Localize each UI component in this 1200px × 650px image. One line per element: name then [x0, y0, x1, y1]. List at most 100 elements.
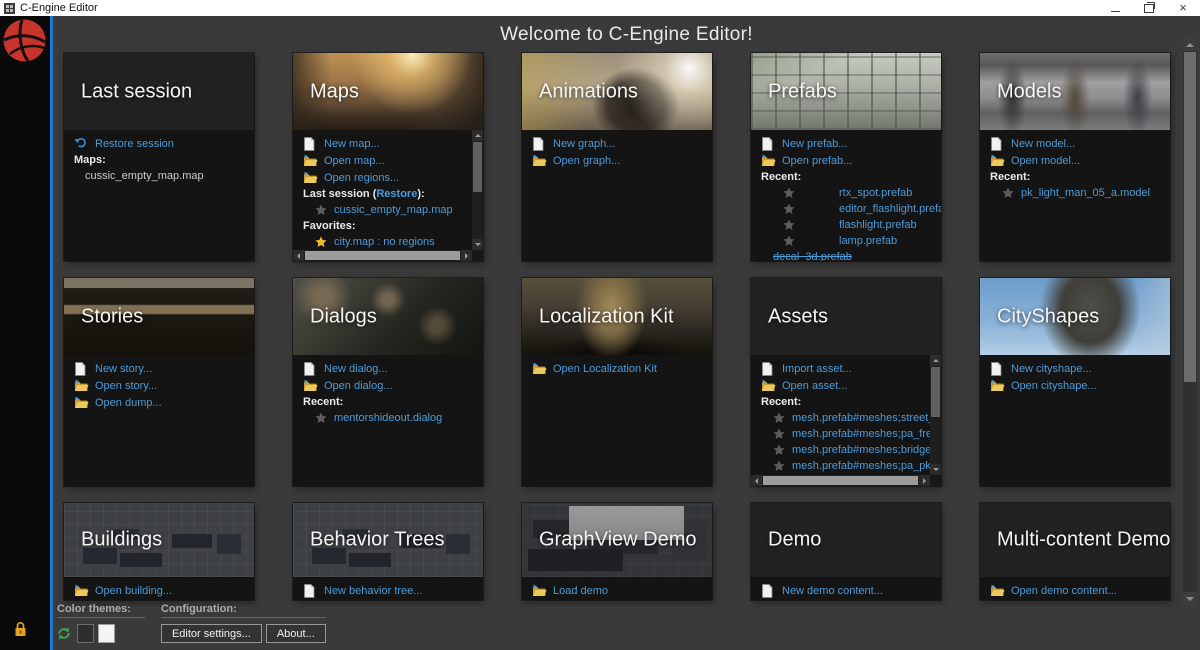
close-button[interactable]: × — [1166, 0, 1200, 16]
action-new-graph[interactable]: New graph... — [532, 137, 708, 151]
editor-settings-button[interactable]: Editor settings... — [160, 624, 262, 643]
scroll-right-arrow-icon[interactable] — [919, 475, 930, 486]
action-import-asset[interactable]: Import asset... — [761, 362, 927, 376]
scroll-left-arrow-icon[interactable] — [751, 475, 762, 486]
action-new-map[interactable]: New map... — [303, 137, 469, 151]
scrollbar-track[interactable] — [1183, 51, 1197, 592]
action-new-story[interactable]: New story... — [74, 362, 250, 376]
file-link[interactable]: mesh.prefab#meshes;pa_pk_wall_wall_part — [792, 460, 941, 472]
scrollbar-thumb[interactable] — [473, 142, 482, 193]
action-restore-session[interactable]: Restore session — [74, 137, 250, 150]
card-assets: Assets Import asset... Open asset... Recent… — [751, 278, 941, 486]
open-folder-icon — [303, 154, 318, 167]
card-body: Restore session Maps: cussic_empty_map.map — [64, 130, 254, 261]
scroll-left-arrow-icon[interactable] — [293, 250, 304, 261]
scroll-up-arrow-icon[interactable] — [930, 355, 941, 366]
file-link[interactable]: lamp.prefab — [839, 235, 897, 247]
action-open-model[interactable]: Open model... — [990, 154, 1166, 167]
theme-swatch-dark[interactable] — [77, 624, 94, 643]
action-open-cityshape[interactable]: Open cityshape... — [990, 379, 1166, 392]
action-open-asset[interactable]: Open asset... — [761, 379, 927, 392]
minimize-button[interactable] — [1098, 0, 1132, 16]
open-folder-icon — [74, 379, 89, 392]
scrollbar-thumb[interactable] — [763, 476, 918, 485]
file-link[interactable]: mentorshideout.dialog — [334, 412, 442, 424]
file-link[interactable]: flashlight.prefab — [839, 219, 917, 231]
recent-file: pk_light_man_05_a.model — [1002, 187, 1166, 199]
maximize-button[interactable] — [1132, 0, 1166, 16]
window-controls: × — [1098, 0, 1200, 16]
action-open-story[interactable]: Open story... — [74, 379, 250, 392]
new-doc-icon — [990, 137, 1005, 151]
about-button[interactable]: About... — [265, 624, 326, 643]
card-dialogs: Dialogs New dialog... Open dialog... Recent… — [293, 278, 483, 486]
file-link[interactable]: decal_3d.prefab — [773, 251, 852, 261]
card-header-city-sunset: Maps — [293, 53, 483, 130]
scrollbar-thumb[interactable] — [1184, 52, 1196, 382]
file-link[interactable]: cussic_empty_map.map — [334, 204, 453, 216]
file-link[interactable]: editor_flashlight.prefab — [839, 203, 941, 215]
new-doc-icon — [303, 584, 318, 598]
file-link[interactable]: mesh.prefab#meshes;pa_freehanging_stair — [792, 428, 941, 440]
scrollbar-thumb[interactable] — [305, 251, 460, 260]
refresh-icon[interactable] — [57, 627, 71, 640]
file-link[interactable]: mesh.prefab#meshes;bridge_ce_a_arch_bas — [792, 444, 941, 456]
recent-file: rtx_spot.prefab — [773, 187, 937, 199]
section-heading: Recent: — [761, 171, 802, 183]
card-header-plain: Assets — [751, 278, 941, 355]
action-open-dialog[interactable]: Open dialog... — [303, 379, 479, 392]
action-new-behavior-tree[interactable]: New behavior tree... — [303, 584, 479, 598]
star-gray-icon — [773, 412, 785, 424]
card-horizontal-scrollbar[interactable] — [293, 250, 472, 261]
section-heading: Recent: — [303, 396, 344, 408]
action-label: Open model... — [1011, 154, 1081, 167]
card-title: Dialogs — [310, 305, 377, 327]
file-link[interactable]: city.map : no regions — [334, 236, 435, 248]
app-window: Welcome to C-Engine Editor! Last session… — [0, 16, 1200, 650]
open-folder-icon — [990, 584, 1005, 597]
action-new-dialog[interactable]: New dialog... — [303, 362, 479, 376]
open-folder-icon — [532, 362, 547, 375]
engine-logo-icon[interactable] — [2, 18, 47, 63]
scroll-down-arrow-icon[interactable] — [472, 239, 483, 250]
file-link[interactable]: mesh.prefab#meshes;street_car_base_a_1 — [792, 412, 941, 424]
star-gray-icon — [315, 412, 327, 424]
lock-icon[interactable] — [14, 621, 27, 637]
card-body: Open building... — [64, 577, 254, 600]
recent-file: flashlight.prefab — [773, 219, 937, 231]
scroll-right-arrow-icon[interactable] — [461, 250, 472, 261]
window-scrollbar[interactable] — [1183, 38, 1197, 605]
action-open-map[interactable]: Open map... — [303, 154, 469, 167]
action-load-demo[interactable]: Load demo — [532, 584, 708, 597]
action-new-model[interactable]: New model... — [990, 137, 1166, 151]
welcome-heading: Welcome to C-Engine Editor! — [500, 24, 753, 45]
card-vertical-scrollbar[interactable] — [930, 355, 941, 475]
action-open-graph[interactable]: Open graph... — [532, 154, 708, 167]
open-folder-icon — [303, 379, 318, 392]
action-new-prefab[interactable]: New prefab... — [761, 137, 937, 151]
action-open-prefab[interactable]: Open prefab... — [761, 154, 937, 167]
card-title: Behavior Trees — [310, 528, 445, 551]
card-vertical-scrollbar[interactable] — [472, 130, 483, 250]
scroll-up-arrow-icon[interactable] — [1183, 38, 1197, 51]
file-link[interactable]: pk_light_man_05_a.model — [1021, 187, 1150, 199]
card-horizontal-scrollbar[interactable] — [751, 475, 930, 486]
action-new-cityshape[interactable]: New cityshape... — [990, 362, 1166, 376]
restore-link[interactable]: Restore — [376, 188, 417, 200]
action-open-localization-kit[interactable]: Open Localization Kit — [532, 362, 708, 375]
card-header-construction: Prefabs — [751, 53, 941, 130]
action-open-demo-content[interactable]: Open demo content... — [990, 584, 1166, 597]
file-link[interactable]: rtx_spot.prefab — [839, 187, 912, 199]
scroll-up-arrow-icon[interactable] — [472, 130, 483, 141]
footer-bar: Color themes: Configuration: Editor sett… — [57, 603, 326, 643]
scroll-down-arrow-icon[interactable] — [1183, 592, 1197, 605]
open-folder-icon — [761, 379, 776, 392]
theme-swatch-light[interactable] — [98, 624, 115, 643]
scroll-down-arrow-icon[interactable] — [930, 464, 941, 475]
action-open-building[interactable]: Open building... — [74, 584, 250, 597]
action-open-dump[interactable]: Open dump... — [74, 396, 250, 409]
scrollbar-thumb[interactable] — [931, 367, 940, 418]
open-folder-icon — [74, 584, 89, 597]
action-new-demo-content[interactable]: New demo content... — [761, 584, 937, 598]
action-open-regions[interactable]: Open regions... — [303, 171, 469, 184]
